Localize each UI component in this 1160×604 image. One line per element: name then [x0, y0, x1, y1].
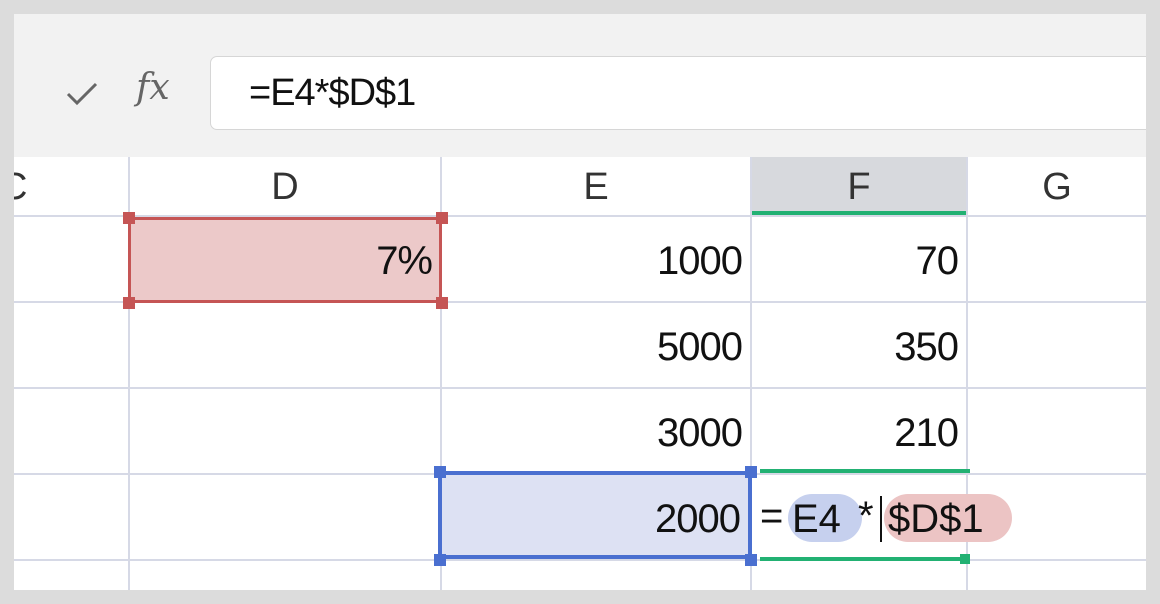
cell-e4[interactable]: 2000 — [442, 475, 741, 559]
cell-e2[interactable]: 5000 — [442, 303, 743, 387]
grid-line — [14, 559, 1146, 561]
editor-equals: = — [760, 494, 784, 538]
active-cell-border-top — [760, 469, 970, 473]
column-header-g[interactable]: G — [968, 157, 1146, 215]
column-header-c[interactable]: C — [14, 157, 128, 215]
editor-operator: * — [858, 494, 874, 538]
checkmark-icon[interactable] — [64, 76, 100, 112]
formula-input[interactable]: =E4*$D$1 — [210, 56, 1146, 130]
column-header-f[interactable]: F — [752, 157, 966, 215]
active-cell-border-bottom — [760, 557, 970, 561]
editor-ref-e4: E4 — [788, 494, 862, 542]
cell-f1[interactable]: 70 — [752, 217, 960, 301]
formula-bar: fx =E4*$D$1 — [14, 14, 1146, 157]
cell-f3[interactable]: 210 — [752, 389, 959, 473]
range-handle[interactable] — [745, 466, 757, 478]
cell-e1[interactable]: 1000 — [442, 217, 743, 301]
text-caret — [880, 496, 882, 542]
column-header-d[interactable]: D — [130, 157, 440, 215]
cell-f2[interactable]: 350 — [752, 303, 959, 387]
editor-ref-d1: $D$1 — [884, 494, 1012, 542]
fill-handle[interactable] — [960, 554, 970, 564]
spreadsheet-window: fx =E4*$D$1 C D E F G 7% 1000 70 5000 35… — [14, 14, 1146, 590]
fx-icon[interactable]: fx — [136, 67, 170, 108]
range-handle[interactable] — [745, 554, 757, 566]
cell-d1[interactable]: 7% — [130, 217, 433, 301]
column-header-e[interactable]: E — [442, 157, 750, 215]
formula-text: =E4*$D$1 — [249, 72, 416, 114]
cell-e3[interactable]: 3000 — [442, 389, 743, 473]
